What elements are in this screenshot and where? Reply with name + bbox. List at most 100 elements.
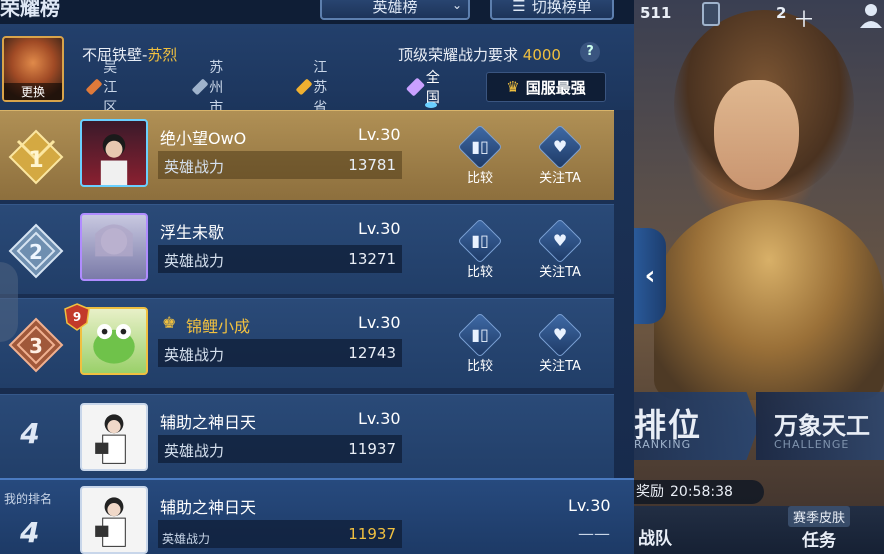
follow-label: 关注TA [539,171,581,186]
my-rank-bar: 我的排名 4 辅助之神日天 Lv.30 英雄战力 11937 —— [0,478,634,554]
power-box: 英雄战力 13781 [158,151,402,179]
national-best-button[interactable]: ♛ 国服最强 [486,72,606,102]
avatar[interactable] [80,213,148,281]
avatar[interactable] [80,119,148,187]
compare-icon: ▮▯ [471,325,489,344]
compare-button[interactable]: ▮▯ 比较 [452,312,508,379]
rank-2-medal-icon: 2 [8,223,64,279]
compare-button[interactable]: ▮▯ 比较 [452,124,508,191]
power-label: 英雄战力 [164,252,225,270]
plus-icon[interactable]: ＋ [793,2,815,34]
compare-button[interactable]: ▮▯ 比较 [452,218,508,285]
card-icon[interactable] [702,2,720,26]
player-level: Lv.30 [358,125,401,144]
switch-board-button[interactable]: ☰ 切换榜单 [490,0,614,20]
challenge-subtitle: CHALLENGE [774,438,850,451]
tab-city[interactable]: 苏州市 [191,60,231,116]
tab-city-label: 苏州市 [209,60,224,116]
table-row[interactable]: 1 绝小望OwO Lv.30 英雄战力 13781 ▮▯ 比较 ♥ 关注TA [0,110,614,200]
active-tab-indicator [425,102,437,108]
power-label: 英雄战力 [164,346,225,364]
board-type-dropdown[interactable]: 英雄榜 ⌄ [320,0,470,20]
mode-banner[interactable]: 排位 RANKING 万象天工 CHALLENGE [634,392,884,460]
challenge-mode-button[interactable]: 万象天工 CHALLENGE [756,392,884,460]
bottom-bar: 战队 赛季皮肤 任务 [634,506,884,554]
player-level: Lv.30 [358,409,401,428]
national-best-label: 国服最强 [525,78,586,97]
compare-label: 比较 [466,265,493,280]
my-rank-label: 我的排名 [4,492,53,506]
power-value: 12743 [348,344,396,362]
help-icon[interactable]: ? [580,42,600,62]
power-label: 英雄战力 [164,158,225,176]
power-label: 英雄战力 [162,532,211,546]
svg-text:2: 2 [29,240,43,264]
page-title: 荣耀榜 [0,0,60,20]
table-row[interactable]: 2 浮生未歇 Lv.30 英雄战力 13271 ▮▯ 比较 ♥ 关注TA [0,204,614,294]
follow-button[interactable]: ♥ 关注TA [532,312,588,379]
switch-board-label: 切换榜单 [531,0,592,16]
hero-avatar[interactable]: 更换 [2,36,64,102]
power-box: 英雄战力 12743 [158,339,402,367]
hero-background-scene [634,0,884,554]
svg-text:3: 3 [29,334,43,358]
power-label: 英雄战力 [164,442,225,460]
avatar[interactable] [80,403,148,471]
requirement-label: 顶级荣耀战力要求 [398,46,519,64]
compare-icon: ▮▯ [471,231,489,250]
player-name: 辅助之神日天 [160,413,257,432]
svg-text:1: 1 [28,148,43,173]
tab-province[interactable]: 江苏省 [295,60,335,116]
tab-national[interactable]: 全国 [405,70,445,106]
hero-face [714,80,799,190]
power-box: 英雄战力 13271 [158,245,402,273]
list-icon: ☰ [512,0,526,15]
my-power-value: 11937 [348,525,396,543]
player-name: 锦鲤小成 [186,317,251,336]
my-rank-number: 4 [20,516,40,549]
table-row[interactable]: 3 9 ♚ 锦鲤小成 Lv.30 英雄战力 12743 ▮▯ 比较 ♥ 关注TA [0,298,614,388]
friend-count: 2 [776,4,787,22]
ranked-subtitle: RANKING [634,438,692,451]
tab-province-label: 江苏省 [313,60,328,116]
change-hero-label[interactable]: 更换 [4,83,62,100]
team-button[interactable]: 战队 [638,524,672,549]
table-row[interactable]: 4 辅助之神日天 Lv.30 英雄战力 11937 [0,394,614,484]
avatar[interactable] [80,307,148,375]
my-power-box: 英雄战力 11937 [158,520,402,548]
requirement-value: 4000 [522,46,561,64]
reward-time: 20:58:38 [670,484,733,500]
rank-1-medal-icon: 1 [8,129,64,185]
leaderboard-panel: 荣耀榜 英雄榜 ⌄ ☰ 切换榜单 更换 不屈铁壁-苏烈 顶级荣耀战力要求 400… [0,0,634,554]
compare-icon: ▮▯ [471,137,489,156]
hero-title: 不屈铁壁-苏烈 [82,44,177,65]
reward-timer[interactable]: 奖励 20:58:38 [634,480,764,504]
collapse-tab-chevron-left-icon[interactable]: ‹ [634,228,666,324]
follow-label: 关注TA [539,359,581,374]
left-drag-handle[interactable] [0,262,18,342]
power-value: 13781 [348,156,396,174]
task-button[interactable]: 任务 [802,526,836,551]
power-box: 英雄战力 11937 [158,435,402,463]
avatar[interactable] [80,486,148,554]
user-icon[interactable] [858,2,884,28]
svg-text:9: 9 [73,310,81,324]
requirement-text: 顶级荣耀战力要求 4000 [398,44,561,65]
tab-district[interactable]: 吴江区 [85,60,125,116]
chevron-down-icon: ⌄ [451,0,462,12]
player-level: Lv.30 [358,313,401,332]
power-value: 13271 [348,250,396,268]
follow-button[interactable]: ♥ 关注TA [532,124,588,191]
hero-title-name: 苏烈 [147,46,178,64]
compare-label: 比较 [466,171,493,186]
reward-label: 奖励 [636,484,664,500]
follow-button[interactable]: ♥ 关注TA [532,218,588,285]
hero-armor [654,200,884,400]
follow-icon: ♥ [552,231,568,250]
challenge-title: 万象天工 [774,412,870,440]
season-skin-badge[interactable]: 赛季皮肤 [788,506,851,527]
ranked-mode-button[interactable]: 排位 RANKING [634,392,759,460]
power-value: 11937 [348,440,396,458]
dropdown-label: 英雄榜 [372,0,418,16]
level-shield-icon: 9 [64,303,90,331]
